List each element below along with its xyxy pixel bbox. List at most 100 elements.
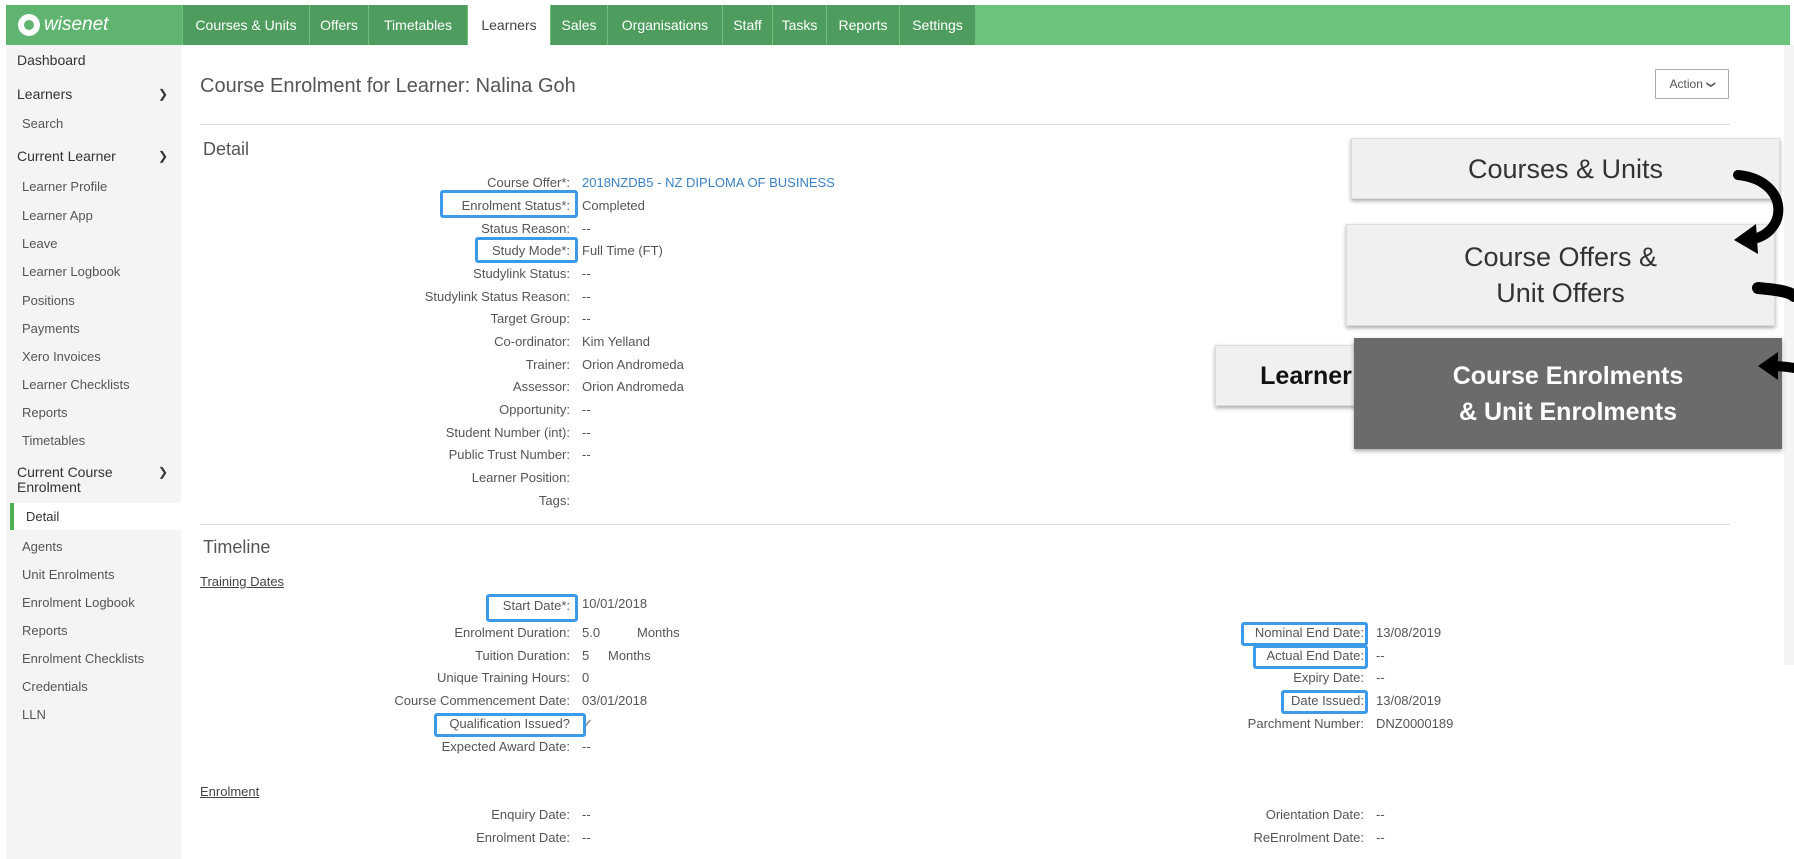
field-value: -- [582,425,591,440]
sidebar-item-learner-checklists[interactable]: Learner Checklists [22,377,130,392]
training-dates-title: Training Dates [200,574,285,589]
tab-tasks[interactable]: Tasks [773,5,827,45]
logo[interactable]: wisenet [6,5,182,45]
tab-staff[interactable]: Staff [723,5,773,45]
sidebar-current-learner[interactable]: Current Learner [17,148,116,164]
callout-course-offers: Course Offers & Unit Offers [1346,224,1775,326]
field-value: Orion Andromeda [582,357,684,372]
tab-learners[interactable]: Learners [468,5,551,45]
tab-organisations[interactable]: Organisations [608,5,723,45]
field-value: -- [1376,670,1385,685]
sidebar-current-course-enrolment[interactable]: Current Course Enrolment [17,465,137,495]
tab-courses-units[interactable]: Courses & Units [183,5,310,45]
sidebar-item-enrolment-checklists[interactable]: Enrolment Checklists [22,651,144,666]
field-value: -- [582,447,591,462]
field-label: Tags: [538,493,570,508]
field-value: 10/01/2018 [582,596,648,611]
highlight-study-mode [475,237,578,263]
tab-settings[interactable]: Settings [900,5,976,45]
sidebar-item-lln[interactable]: LLN [22,707,46,722]
highlight-actual-end-date [1253,645,1368,669]
action-label: Action [1669,77,1703,91]
divider [200,524,1730,525]
sidebar-learners[interactable]: Learners [17,86,72,102]
highlight-nominal-end-date [1241,622,1368,646]
field-value: 13/08/2019 [1376,625,1442,640]
field-label: Status Reason: [481,221,570,236]
field-label: Expected Award Date: [441,739,570,754]
sidebar-item-positions[interactable]: Positions [22,293,75,308]
tab-timetables[interactable]: Timetables [369,5,468,45]
timeline-title: Timeline [203,537,271,557]
sidebar-item-label: Detail [26,509,60,524]
field-label: Tuition Duration: [475,648,570,663]
tab-sales[interactable]: Sales [551,5,608,45]
detail-title: Detail [203,139,250,159]
field-label: Trainer: [525,357,570,372]
field-value: -- [582,289,591,304]
tab-offers[interactable]: Offers [310,5,369,45]
chevron-down-icon: ❯ [1706,80,1717,88]
field-unit: Months [608,648,651,663]
sidebar-item-xero-invoices[interactable]: Xero Invoices [22,349,101,364]
field-value: 03/01/2018 [582,693,648,708]
field-value: -- [1376,830,1385,845]
highlight-enrolment-status [440,190,578,218]
field-label: Enrolment Duration: [454,625,570,640]
wisenet-logo-icon [18,14,40,36]
page-title: Course Enrolment for Learner: Nalina Goh [200,75,576,97]
callout-line: Unit Offers [1496,278,1625,308]
field-value: -- [582,807,591,822]
sidebar-item-timetables[interactable]: Timetables [22,433,85,448]
sidebar: Dashboard Learners ❯ Search Current Lear… [6,45,185,859]
chevron-down-icon[interactable]: ❯ [158,87,168,101]
field-value: -- [582,830,591,845]
callout-course-enrolments: Course Enrolments & Unit Enrolments [1354,338,1782,449]
sidebar-item-learner-app[interactable]: Learner App [22,208,93,223]
sidebar-dashboard[interactable]: Dashboard [17,52,86,68]
chevron-down-icon[interactable]: ❯ [158,465,168,479]
callout-line: Course Offers & [1463,242,1658,272]
field-value: -- [582,221,591,236]
field-value: 5 [582,648,590,663]
course-offer-link[interactable]: 2018NZDB5 - NZ DIPLOMA OF BUSINESS [582,175,835,190]
field-label: Student Number (int): [445,425,570,440]
sidebar-item-reports[interactable]: Reports [22,405,68,420]
field-label: Parchment Number: [1247,716,1364,731]
tab-reports[interactable]: Reports [827,5,900,45]
callout-line: Course Enrolments [1452,361,1684,390]
sidebar-item-enrolment-logbook[interactable]: Enrolment Logbook [22,595,135,610]
field-label: Public Trust Number: [448,447,570,462]
sidebar-item-learner-logbook[interactable]: Learner Logbook [22,264,120,279]
field-value: Full Time (FT) [582,243,663,258]
field-label: Enrolment Date: [476,830,570,845]
sidebar-item-agents[interactable]: Agents [22,539,62,554]
divider [200,124,1730,125]
sidebar-item-credentials[interactable]: Credentials [22,679,88,694]
field-value: DNZ0000189 [1376,716,1454,731]
sidebar-item-leave[interactable]: Leave [22,236,57,251]
field-label: Unique Training Hours: [437,670,570,685]
action-button[interactable]: Action ❯ [1655,69,1729,99]
field-label: Studylink Status Reason: [424,289,570,304]
sidebar-item-enrolment-reports[interactable]: Reports [22,623,68,638]
chevron-down-icon[interactable]: ❯ [158,149,168,163]
field-label: Course Commencement Date: [394,693,570,708]
field-value: 5.0 [582,625,601,640]
field-label: Orientation Date: [1265,807,1364,822]
field-value: Completed [582,198,645,213]
field-label: Target Group: [490,311,571,326]
field-value: -- [582,311,591,326]
field-label: ReEnrolment Date: [1253,830,1364,845]
sidebar-item-payments[interactable]: Payments [22,321,80,336]
sidebar-item-unit-enrolments[interactable]: Unit Enrolments [22,567,114,582]
field-label: Studylink Status: [473,266,570,281]
sidebar-item-search[interactable]: Search [22,116,63,131]
field-label: Expiry Date: [1293,670,1364,685]
top-nav: wisenet Courses & Units Offers Timetable… [6,5,1790,45]
field-label: Learner Position: [471,470,570,485]
sidebar-item-learner-profile[interactable]: Learner Profile [22,179,107,194]
sidebar-item-detail[interactable]: Detail [10,503,185,530]
field-value: -- [582,402,591,417]
field-value: Orion Andromeda [582,379,684,394]
